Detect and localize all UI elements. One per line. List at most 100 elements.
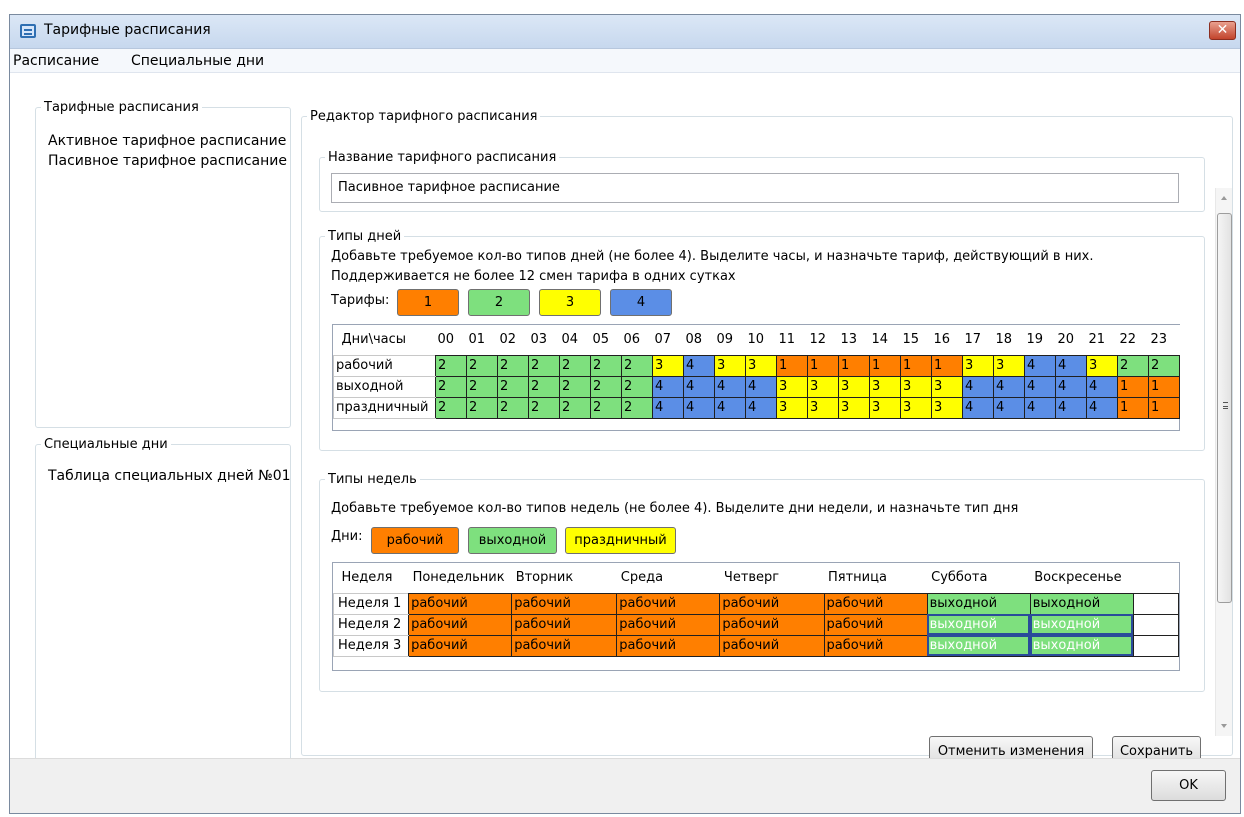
tariff-3-button[interactable]: 3 (539, 289, 601, 316)
hour-cell[interactable]: 3 (1086, 354, 1118, 377)
hour-cell[interactable]: 1 (931, 354, 963, 377)
hour-cell[interactable]: 1 (1148, 396, 1180, 419)
daytype-weekend-button[interactable]: выходной (468, 527, 557, 554)
hour-cell[interactable]: 3 (900, 396, 932, 419)
hour-cell[interactable]: 4 (683, 354, 715, 377)
hour-cell[interactable]: 3 (652, 354, 684, 377)
scroll-down-icon[interactable] (1221, 724, 1227, 728)
hour-cell[interactable]: 4 (1024, 375, 1056, 398)
week-day-cell[interactable]: рабочий (616, 634, 721, 657)
week-day-cell[interactable]: рабочий (719, 592, 825, 615)
hour-cell[interactable]: 4 (683, 396, 715, 419)
week-day-cell[interactable]: рабочий (511, 634, 618, 657)
hour-cell[interactable]: 4 (1024, 354, 1056, 377)
hour-cell[interactable]: 4 (652, 375, 684, 398)
hour-cell[interactable]: 4 (683, 375, 715, 398)
day-type-name[interactable]: выходной (333, 375, 436, 398)
hour-cell[interactable]: 2 (497, 354, 529, 377)
tariff-4-button[interactable]: 4 (610, 289, 672, 316)
week-day-cell[interactable]: рабочий (719, 613, 825, 636)
week-day-cell[interactable]: рабочий (511, 592, 618, 615)
hour-cell[interactable]: 1 (869, 354, 901, 377)
hour-cell[interactable]: 4 (652, 396, 684, 419)
week-day-cell[interactable]: рабочий (823, 634, 928, 657)
hour-cell[interactable]: 2 (621, 375, 653, 398)
hour-cell[interactable]: 3 (838, 375, 870, 398)
hour-cell[interactable]: 2 (621, 396, 653, 419)
day-type-name[interactable]: рабочий (333, 354, 436, 377)
week-day-cell[interactable]: рабочий (823, 613, 928, 636)
hour-cell[interactable]: 2 (528, 375, 560, 398)
hour-cell[interactable]: 4 (1024, 396, 1056, 419)
daytype-holiday-button[interactable]: праздничный (565, 527, 676, 554)
hour-cell[interactable]: 2 (466, 354, 498, 377)
day-type-name[interactable]: праздничный (333, 396, 436, 419)
hour-cell[interactable]: 2 (590, 375, 622, 398)
hour-cell[interactable]: 4 (1055, 354, 1087, 377)
hour-cell[interactable]: 4 (1086, 375, 1118, 398)
daytype-workday-button[interactable]: рабочий (371, 527, 459, 554)
hour-cell[interactable]: 4 (1055, 375, 1087, 398)
hour-cell[interactable]: 3 (931, 375, 963, 398)
week-name[interactable]: Неделя 1 (332, 592, 410, 615)
hour-cell[interactable]: 3 (838, 396, 870, 419)
week-day-cell[interactable]: выходной (926, 634, 1031, 657)
hour-cell[interactable]: 1 (900, 354, 932, 377)
hour-cell[interactable]: 3 (931, 396, 963, 419)
scroll-thumb[interactable] (1217, 213, 1232, 603)
week-day-cell[interactable]: рабочий (511, 613, 618, 636)
hour-cell[interactable]: 4 (714, 375, 746, 398)
hour-cell[interactable]: 2 (621, 354, 653, 377)
week-day-cell[interactable]: выходной (1029, 634, 1134, 657)
hour-cell[interactable]: 2 (497, 396, 529, 419)
hour-cell[interactable]: 2 (1148, 354, 1180, 377)
week-name[interactable]: Неделя 2 (332, 613, 410, 636)
hour-cell[interactable]: 2 (466, 375, 498, 398)
week-name[interactable]: Неделя 3 (332, 634, 410, 657)
hour-cell[interactable]: 3 (869, 375, 901, 398)
hour-cell[interactable]: 2 (435, 396, 467, 419)
hour-cell[interactable]: 3 (714, 354, 746, 377)
menu-special-days[interactable]: Специальные дни (131, 53, 264, 69)
hour-cell[interactable]: 4 (962, 396, 994, 419)
hour-cell[interactable]: 2 (590, 354, 622, 377)
schedule-name-input[interactable]: Пасивное тарифное расписание (331, 173, 1179, 203)
scroll-up-icon[interactable] (1221, 196, 1227, 200)
hour-cell[interactable]: 4 (962, 375, 994, 398)
hour-cell[interactable]: 4 (1086, 396, 1118, 419)
hour-cell[interactable]: 2 (466, 396, 498, 419)
week-day-cell[interactable]: рабочий (616, 592, 721, 615)
hour-cell[interactable]: 4 (745, 375, 777, 398)
week-day-cell[interactable]: рабочий (823, 592, 928, 615)
hour-cell[interactable]: 2 (1117, 354, 1149, 377)
schedule-item-active[interactable]: Активное тарифное расписание (48, 133, 286, 149)
hour-cell[interactable]: 3 (776, 375, 808, 398)
schedule-item-passive[interactable]: Пасивное тарифное расписание (48, 153, 287, 169)
tariff-2-button[interactable]: 2 (468, 289, 530, 316)
week-day-cell[interactable]: выходной (926, 592, 1031, 615)
editor-scrollbar[interactable] (1215, 188, 1232, 736)
week-day-cell[interactable]: выходной (926, 613, 1031, 636)
hour-cell[interactable]: 1 (1117, 396, 1149, 419)
hour-cell[interactable]: 3 (869, 396, 901, 419)
hour-cell[interactable]: 3 (962, 354, 994, 377)
hour-cell[interactable]: 4 (993, 375, 1025, 398)
hour-cell[interactable]: 2 (528, 396, 560, 419)
week-day-cell[interactable]: рабочий (408, 613, 513, 636)
hour-cell[interactable]: 1 (776, 354, 808, 377)
hour-cell[interactable]: 4 (1055, 396, 1087, 419)
hour-cell[interactable]: 3 (807, 396, 839, 419)
hour-cell[interactable]: 1 (1148, 375, 1180, 398)
menu-schedule[interactable]: Расписание (13, 53, 99, 69)
week-day-cell[interactable]: рабочий (719, 634, 825, 657)
hour-cell[interactable]: 2 (590, 396, 622, 419)
special-days-item[interactable]: Таблица специальных дней №01 (48, 468, 291, 484)
hour-cell[interactable]: 1 (1117, 375, 1149, 398)
hour-cell[interactable]: 2 (559, 396, 591, 419)
hour-cell[interactable]: 2 (559, 354, 591, 377)
hour-cell[interactable]: 1 (807, 354, 839, 377)
week-day-cell[interactable]: рабочий (408, 592, 513, 615)
hour-cell[interactable]: 2 (435, 354, 467, 377)
hour-cell[interactable]: 3 (900, 375, 932, 398)
hour-cell[interactable]: 4 (714, 396, 746, 419)
